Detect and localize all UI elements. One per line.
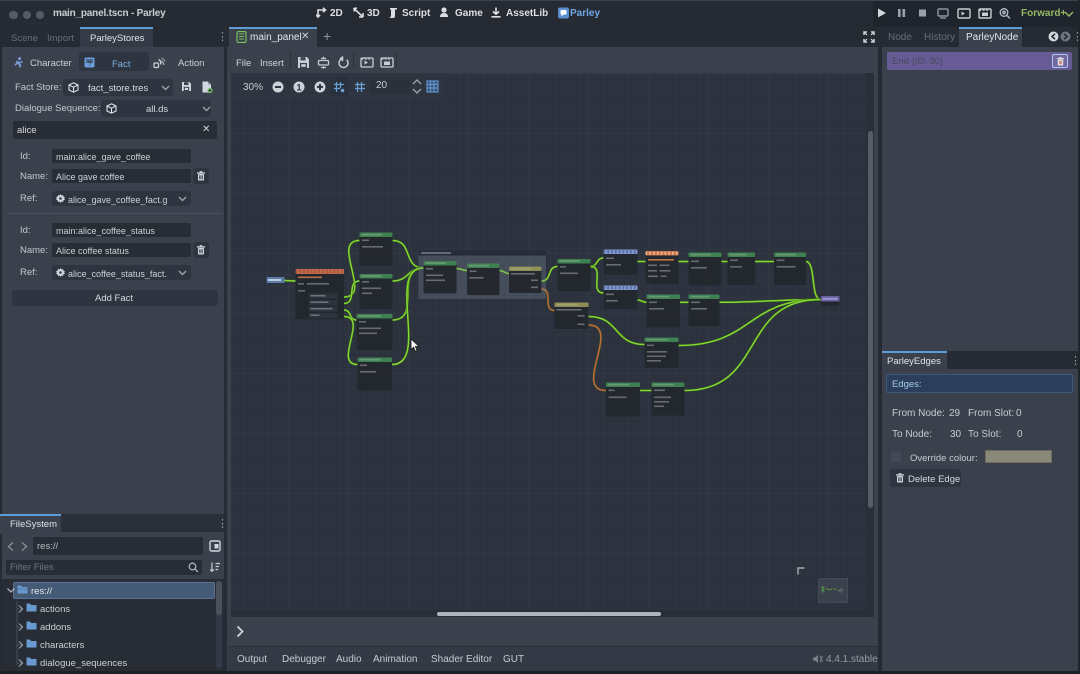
- svg-text:?: ?: [88, 61, 92, 68]
- svg-text:1: 1: [296, 83, 302, 94]
